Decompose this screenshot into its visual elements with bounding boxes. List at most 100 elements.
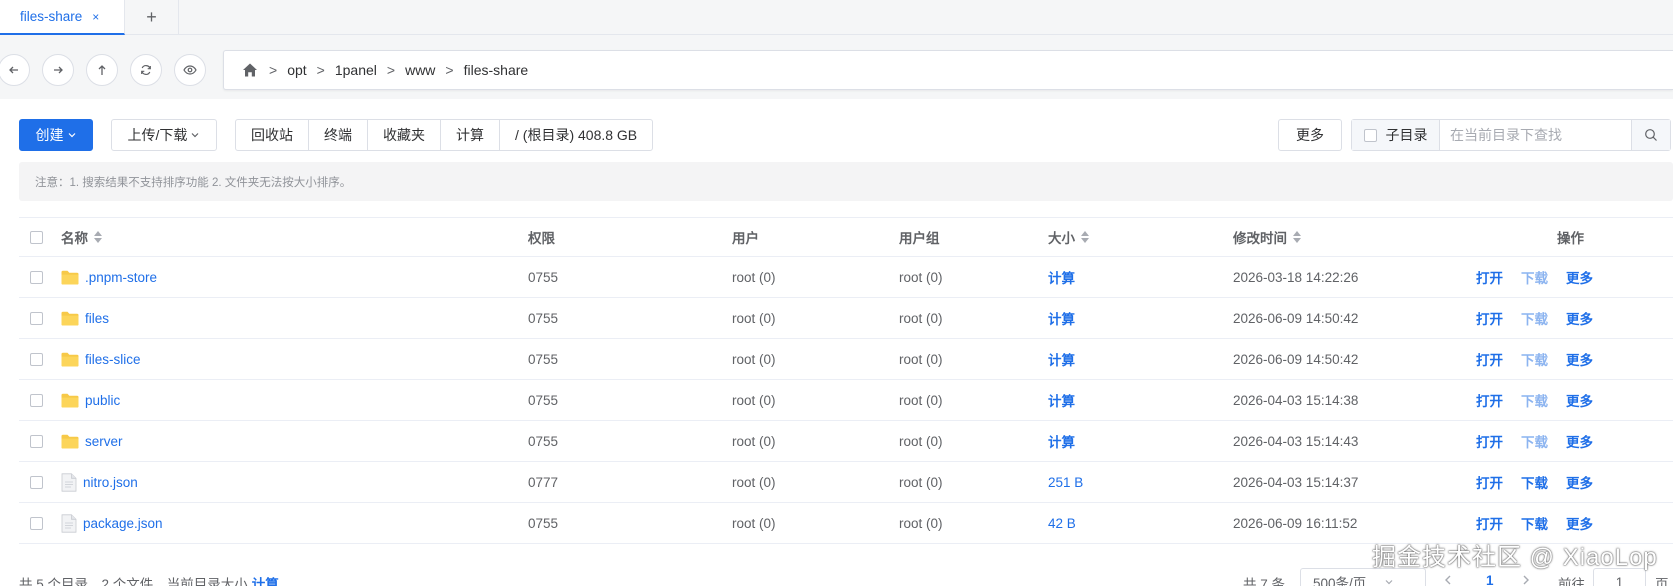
user-cell[interactable]: root (0) (732, 257, 776, 297)
file-name-link[interactable]: package.json (83, 516, 163, 531)
open-button[interactable]: 打开 (1476, 431, 1503, 451)
refresh-button[interactable] (130, 54, 162, 86)
recycle-bin-button[interactable]: 回收站 (236, 120, 309, 150)
table-row[interactable]: public 0755 root (0) root (0) 计算 2026-04-03 1… (19, 380, 1673, 421)
open-button[interactable]: 打开 (1476, 308, 1503, 328)
chevron-right-icon[interactable] (1521, 574, 1531, 586)
pagination-page-current[interactable]: 1 (1486, 573, 1494, 586)
table-row[interactable]: server 0755 root (0) root (0) 计算 2026-04-03 1… (19, 421, 1673, 462)
subdir-checkbox[interactable] (1363, 128, 1377, 142)
more-actions-button[interactable]: 更多 (1566, 390, 1593, 410)
back-button[interactable] (0, 54, 30, 86)
open-button[interactable]: 打开 (1476, 472, 1503, 492)
size-value[interactable]: 42 B (1048, 516, 1076, 531)
more-actions-button[interactable]: 更多 (1566, 308, 1593, 328)
size-value[interactable]: 计算 (1048, 267, 1075, 287)
size-value[interactable]: 计算 (1048, 431, 1075, 451)
more-button[interactable]: 更多 (1278, 119, 1342, 151)
header-name[interactable]: 名称 (61, 218, 102, 256)
group-cell[interactable]: root (0) (899, 462, 943, 502)
sort-icon[interactable] (1293, 231, 1301, 243)
file-name-link[interactable]: public (85, 393, 120, 408)
more-actions-button[interactable]: 更多 (1566, 431, 1593, 451)
select-all-checkbox[interactable] (30, 230, 43, 244)
calculate-button[interactable]: 计算 (441, 120, 500, 150)
close-icon[interactable]: × (92, 10, 99, 24)
add-tab-button[interactable]: + (125, 0, 179, 35)
file-name-link[interactable]: server (85, 434, 123, 449)
subdir-toggle[interactable]: 子目录 (1352, 120, 1440, 150)
chevron-left-icon[interactable] (1443, 574, 1453, 586)
row-checkbox[interactable] (30, 393, 43, 407)
download-button[interactable]: 下载 (1521, 472, 1548, 492)
group-cell[interactable]: root (0) (899, 339, 943, 379)
header-time[interactable]: 修改时间 (1233, 218, 1301, 256)
breadcrumb-item-www[interactable]: www (405, 62, 435, 78)
breadcrumb-item-files-share[interactable]: files-share (464, 62, 529, 78)
root-disk-button[interactable]: / (根目录) 408.8 GB (500, 120, 652, 150)
row-checkbox[interactable] (30, 352, 43, 366)
home-icon[interactable] (241, 61, 259, 79)
more-actions-button[interactable]: 更多 (1566, 513, 1593, 533)
more-actions-button[interactable]: 更多 (1566, 472, 1593, 492)
file-name-link[interactable]: .pnpm-store (85, 270, 157, 285)
sort-icon[interactable] (1081, 231, 1089, 243)
table-row[interactable]: .pnpm-store 0755 root (0) root (0) 计算 2026-03… (19, 257, 1673, 298)
open-button[interactable]: 打开 (1476, 513, 1503, 533)
perm-cell[interactable]: 0755 (528, 339, 558, 379)
user-cell[interactable]: root (0) (732, 298, 776, 338)
group-cell[interactable]: root (0) (899, 257, 943, 297)
row-checkbox[interactable] (30, 270, 43, 284)
forward-button[interactable] (42, 54, 74, 86)
more-actions-button[interactable]: 更多 (1566, 349, 1593, 369)
sort-icon[interactable] (94, 231, 102, 243)
group-cell[interactable]: root (0) (899, 380, 943, 420)
download-button[interactable]: 下载 (1521, 390, 1548, 410)
perm-cell[interactable]: 0777 (528, 462, 558, 502)
table-row[interactable]: nitro.json 0777 root (0) root (0) 251 B 2026-… (19, 462, 1673, 503)
size-value[interactable]: 251 B (1048, 475, 1083, 490)
group-cell[interactable]: root (0) (899, 421, 943, 461)
footer-calc-link[interactable]: 计算 (252, 577, 279, 586)
open-button[interactable]: 打开 (1476, 349, 1503, 369)
download-button[interactable]: 下载 (1521, 513, 1548, 533)
breadcrumb-item-1panel[interactable]: 1panel (335, 62, 377, 78)
size-value[interactable]: 计算 (1048, 390, 1075, 410)
table-row[interactable]: files-slice 0755 root (0) root (0) 计算 2026-06… (19, 339, 1673, 380)
download-button[interactable]: 下载 (1521, 349, 1548, 369)
perm-cell[interactable]: 0755 (528, 380, 558, 420)
perm-cell[interactable]: 0755 (528, 421, 558, 461)
download-button[interactable]: 下载 (1521, 267, 1548, 287)
perm-cell[interactable]: 0755 (528, 503, 558, 543)
view-button[interactable] (174, 54, 206, 86)
row-checkbox[interactable] (30, 516, 43, 530)
user-cell[interactable]: root (0) (732, 421, 776, 461)
perm-cell[interactable]: 0755 (528, 257, 558, 297)
breadcrumb-item-opt[interactable]: opt (287, 62, 306, 78)
create-button[interactable]: 创建 (19, 119, 93, 151)
file-name-link[interactable]: files-slice (85, 352, 141, 367)
row-checkbox[interactable] (30, 475, 43, 489)
download-button[interactable]: 下载 (1521, 308, 1548, 328)
size-value[interactable]: 计算 (1048, 308, 1075, 328)
perm-cell[interactable]: 0755 (528, 298, 558, 338)
group-cell[interactable]: root (0) (899, 298, 943, 338)
header-size[interactable]: 大小 (1048, 218, 1089, 256)
group-cell[interactable]: root (0) (899, 503, 943, 543)
terminal-button[interactable]: 终端 (309, 120, 368, 150)
file-name-link[interactable]: nitro.json (83, 475, 138, 490)
up-button[interactable] (86, 54, 118, 86)
open-button[interactable]: 打开 (1476, 390, 1503, 410)
row-checkbox[interactable] (30, 434, 43, 448)
file-name-link[interactable]: files (85, 311, 109, 326)
upload-download-button[interactable]: 上传/下载 (111, 119, 217, 151)
user-cell[interactable]: root (0) (732, 462, 776, 502)
user-cell[interactable]: root (0) (732, 503, 776, 543)
favorites-button[interactable]: 收藏夹 (368, 120, 441, 150)
size-value[interactable]: 计算 (1048, 349, 1075, 369)
row-checkbox[interactable] (30, 311, 43, 325)
tab-label[interactable]: files-share (20, 9, 82, 24)
more-actions-button[interactable]: 更多 (1566, 267, 1593, 287)
tab-files-share[interactable]: files-share × (0, 0, 125, 35)
table-row[interactable]: files 0755 root (0) root (0) 计算 2026-06-09 14… (19, 298, 1673, 339)
